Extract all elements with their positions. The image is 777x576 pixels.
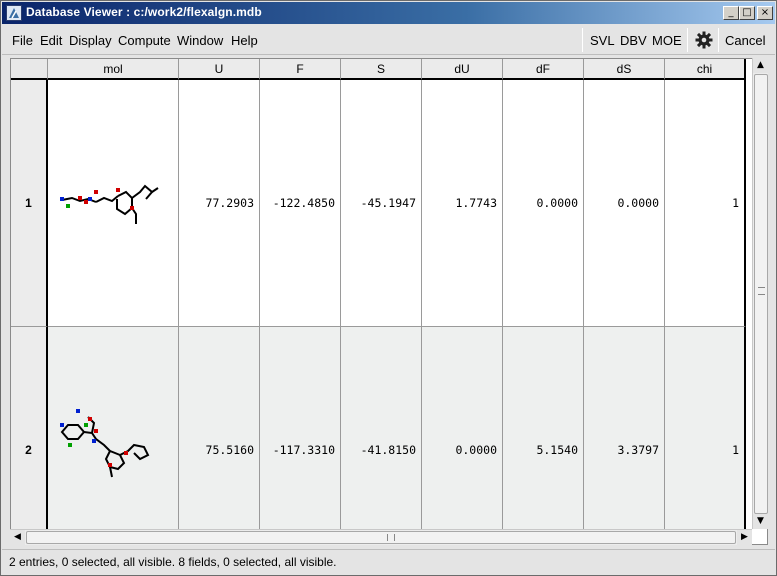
cell-s[interactable]: -45.1947 — [341, 80, 422, 327]
scroll-up-button[interactable]: ▲ — [753, 58, 768, 73]
dbv-button[interactable]: DBV — [620, 33, 647, 48]
window-title: Database Viewer : c:/work2/flexalgn.mdb — [26, 5, 262, 19]
table-corner[interactable] — [11, 59, 48, 80]
row-header[interactable]: 1 — [11, 80, 48, 327]
cell-s[interactable]: -41.8150 — [341, 327, 422, 544]
menu-edit[interactable]: Edit — [40, 33, 62, 48]
status-text: 2 entries, 0 selected, all visible. 8 fi… — [9, 555, 337, 569]
menu-file-label: File — [12, 33, 33, 48]
moe-button[interactable]: MOE — [652, 33, 682, 48]
cell-f[interactable]: -122.4850 — [260, 80, 341, 327]
cell-du[interactable]: 0.0000 — [422, 327, 503, 544]
cell-chi[interactable]: 1 — [665, 80, 746, 327]
cell-ds[interactable]: 0.0000 — [584, 80, 665, 327]
menu-compute-label: Compute — [118, 33, 171, 48]
maximize-button[interactable]: □ — [739, 6, 755, 20]
column-header-df[interactable]: dF — [503, 59, 584, 80]
database-viewer-window: Database Viewer : c:/work2/flexalgn.mdb … — [0, 0, 777, 576]
menu-display[interactable]: Display — [69, 33, 112, 48]
column-header-chi[interactable]: chi — [665, 59, 746, 80]
toolbar-separator — [718, 28, 719, 52]
menu-edit-label: Edit — [40, 33, 63, 48]
cell-df[interactable]: 0.0000 — [503, 80, 584, 327]
database-table: mol U F S dU dF dS chi 1 77.2903 -122.48… — [10, 58, 768, 545]
cancel-button[interactable]: Cancel — [725, 33, 765, 48]
gear-icon[interactable] — [694, 30, 714, 50]
app-icon — [6, 5, 22, 21]
menu-bar: File Edit Display Compute Window Help SV… — [2, 25, 775, 55]
cell-u[interactable]: 75.5160 — [179, 327, 260, 544]
menu-file[interactable]: File — [12, 33, 33, 48]
toolbar-separator — [582, 28, 583, 52]
status-bar: 2 entries, 0 selected, all visible. 8 fi… — [2, 549, 775, 574]
scroll-down-button[interactable]: ▼ — [753, 514, 768, 529]
row-header[interactable]: 2 — [11, 327, 48, 544]
column-header-mol[interactable]: mol — [48, 59, 179, 80]
scroll-left-button[interactable]: ◀ — [10, 530, 25, 545]
svl-button[interactable]: SVL — [590, 33, 615, 48]
vertical-scroll-thumb[interactable] — [754, 74, 768, 514]
cell-f[interactable]: -117.3310 — [260, 327, 341, 544]
menu-window[interactable]: Window — [177, 33, 223, 48]
column-header-s[interactable]: S — [341, 59, 422, 80]
column-header-f[interactable]: F — [260, 59, 341, 80]
molecule-structure[interactable] — [48, 327, 179, 544]
menu-compute[interactable]: Compute — [118, 33, 171, 48]
menu-window-label: Window — [177, 33, 224, 48]
close-button[interactable]: × — [757, 6, 773, 20]
column-header-ds[interactable]: dS — [584, 59, 665, 80]
minimize-button[interactable]: _ — [723, 6, 739, 20]
horizontal-scrollbar[interactable]: ◀ ▶ — [10, 529, 752, 545]
column-header-du[interactable]: dU — [422, 59, 503, 80]
scroll-grip — [758, 287, 765, 295]
title-bar[interactable]: Database Viewer : c:/work2/flexalgn.mdb … — [2, 2, 775, 24]
scroll-right-button[interactable]: ▶ — [737, 530, 752, 545]
cell-ds[interactable]: 3.3797 — [584, 327, 665, 544]
horizontal-scroll-thumb[interactable] — [26, 531, 736, 544]
menu-help-label: Help — [231, 33, 258, 48]
molecule-structure[interactable] — [48, 80, 179, 327]
scroll-grip — [387, 534, 395, 541]
menu-help[interactable]: Help — [231, 33, 258, 48]
cell-u[interactable]: 77.2903 — [179, 80, 260, 327]
cell-df[interactable]: 5.1540 — [503, 327, 584, 544]
cell-du[interactable]: 1.7743 — [422, 80, 503, 327]
cell-chi[interactable]: 1 — [665, 327, 746, 544]
toolbar-separator — [687, 28, 688, 52]
menu-display-label: Display — [69, 33, 112, 48]
vertical-scrollbar[interactable]: ▲ ▼ — [752, 58, 768, 529]
column-header-u[interactable]: U — [179, 59, 260, 80]
